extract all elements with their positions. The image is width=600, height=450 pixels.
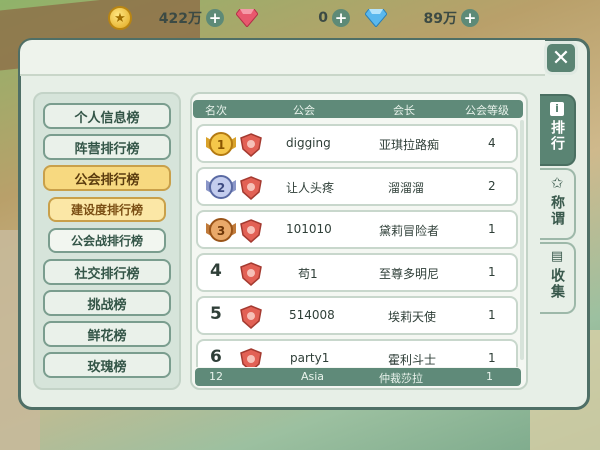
my-guild-name: Asia — [301, 370, 325, 383]
guild-level: 1 — [488, 351, 496, 365]
nav-guild-ranking[interactable]: 公会排行榜 — [43, 165, 171, 191]
blue-gem-amount: 89万 — [423, 11, 457, 27]
tab-ranking-label: 排行 — [549, 120, 565, 152]
guild-name: digging — [286, 136, 331, 150]
nav-flower-ranking[interactable]: 鲜花榜 — [43, 321, 171, 347]
my-guild-row: 12 Asia 仲裁莎拉 1 — [195, 368, 521, 386]
guild-name: 苟1 — [298, 267, 318, 281]
leader-name: 溜溜溜 — [388, 181, 425, 195]
guild-name: 101010 — [286, 222, 332, 236]
rank-number: 6 — [210, 347, 222, 367]
blue-gem-resource: 89万 + — [365, 6, 479, 30]
silver-medal-icon: 2 — [206, 175, 236, 199]
table-row[interactable]: 2 让人头疼 溜溜溜 2 — [196, 167, 518, 206]
leader-name: 亚琪拉路痴 — [379, 138, 440, 152]
gold-coin-icon: ★ — [108, 6, 132, 30]
guild-name: party1 — [290, 351, 330, 365]
guild-level: 2 — [488, 179, 496, 193]
guild-emblem-icon — [240, 348, 262, 367]
guild-level: 1 — [488, 265, 496, 279]
add-blue-gem-button[interactable]: + — [461, 9, 479, 27]
tab-ranking[interactable]: i 排行 — [540, 94, 576, 166]
gold-amount: 422万 — [158, 11, 202, 27]
tab-collection[interactable]: ▤ 收集 — [540, 242, 576, 314]
red-gem-amount: 0 — [318, 10, 328, 26]
nav-camp-ranking[interactable]: 阵营排行榜 — [43, 134, 171, 160]
guild-emblem-icon — [240, 262, 262, 286]
leader-name: 黛莉冒险者 — [379, 224, 440, 238]
nav-social-ranking[interactable]: 社交排行榜 — [43, 259, 171, 285]
header-guild: 公会 — [293, 104, 315, 117]
guild-name: 514008 — [289, 308, 335, 322]
table-row[interactable]: 1 digging 亚琪拉路痴 4 — [196, 124, 518, 163]
guild-level: 1 — [488, 222, 496, 236]
guild-emblem-icon — [240, 176, 262, 200]
guild-emblem-icon — [240, 305, 262, 329]
nav-construction-ranking[interactable]: 建设度排行榜 — [48, 197, 166, 222]
red-gem-resource: 0 + — [236, 6, 350, 30]
star-icon: ✩ — [550, 174, 564, 192]
bronze-medal-icon: 3 — [206, 218, 236, 242]
header-rank: 名次 — [205, 104, 227, 117]
guild-name: 让人头疼 — [286, 181, 335, 195]
table-row[interactable]: 3 101010 黛莉冒险者 1 — [196, 210, 518, 249]
tab-title-label: 称谓 — [549, 195, 565, 227]
rank-number: 5 — [210, 304, 222, 324]
my-guild-leader: 仲裁莎拉 — [379, 372, 423, 385]
blue-gem-icon — [365, 8, 387, 28]
table-header: 名次 公会 会长 公会等级 — [193, 100, 523, 118]
nav-challenge-ranking[interactable]: 挑战榜 — [43, 290, 171, 316]
guild-level: 1 — [488, 308, 496, 322]
nav-personal-info[interactable]: 个人信息榜 — [43, 103, 171, 129]
table-scrollbar[interactable] — [520, 120, 524, 360]
resource-bar — [20, 40, 545, 76]
my-guild-rank: 12 — [209, 370, 223, 383]
gold-resource: ★ 422万 + — [108, 6, 224, 30]
table-row[interactable]: 6 party1 霍利斗士 1 — [196, 339, 518, 367]
info-icon: i — [550, 102, 564, 116]
leader-name: 霍利斗士 — [388, 353, 437, 367]
header-leader: 会长 — [393, 104, 415, 117]
svg-text:1: 1 — [217, 138, 225, 152]
nav-guild-war-ranking[interactable]: 公会战排行榜 — [48, 228, 166, 253]
table-row[interactable]: 4 苟1 至尊多明尼 1 — [196, 253, 518, 292]
header-level: 公会等级 — [465, 104, 509, 117]
leader-name: 至尊多明尼 — [379, 267, 440, 281]
nav-rose-ranking[interactable]: 玫瑰榜 — [43, 352, 171, 378]
tab-collection-label: 收集 — [549, 268, 565, 300]
close-button[interactable]: ✕ — [544, 41, 578, 75]
tab-title[interactable]: ✩ 称谓 — [540, 168, 576, 240]
leader-name: 埃莉天使 — [388, 310, 437, 324]
add-red-gem-button[interactable]: + — [332, 9, 350, 27]
gold-medal-icon: 1 — [206, 132, 236, 156]
close-icon: ✕ — [551, 45, 571, 71]
my-guild-level: 1 — [486, 370, 493, 383]
svg-text:3: 3 — [217, 224, 225, 238]
rank-number: 4 — [210, 261, 222, 281]
svg-text:2: 2 — [217, 181, 225, 195]
guild-emblem-icon — [240, 133, 262, 157]
guild-emblem-icon — [240, 219, 262, 243]
table-row[interactable]: 5 514008 埃莉天使 1 — [196, 296, 518, 335]
add-gold-button[interactable]: + — [206, 9, 224, 27]
red-gem-icon — [236, 8, 258, 28]
book-icon: ▤ — [550, 249, 564, 264]
guild-level: 4 — [488, 136, 496, 150]
